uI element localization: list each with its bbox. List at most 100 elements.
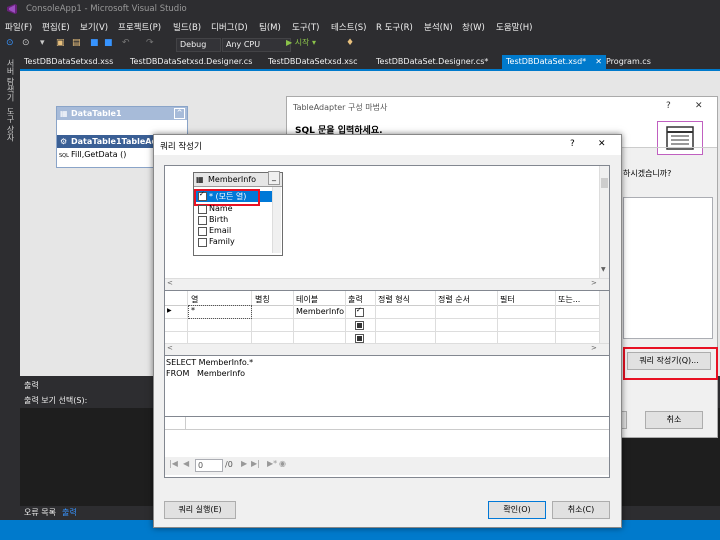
menu-team[interactable]: 팀(M) [259,21,281,33]
menu-window[interactable]: 창(W) [462,21,485,33]
collapse-icon[interactable]: ^ [174,108,185,119]
toolbox-tab[interactable]: 도구 상자 [5,107,16,142]
grid-line [375,291,376,343]
grid-header-output: 출력 [348,295,363,304]
help-icon[interactable]: ? [570,139,575,149]
server-explorer-tab[interactable]: 서버 탐색기 [5,59,16,102]
column-label: Email [209,226,232,235]
grid-vertical-scrollbar[interactable] [599,291,609,343]
row-email[interactable]: Email [196,226,272,237]
ok-button[interactable]: 확인(O) [488,501,546,519]
checkbox-icon[interactable] [198,216,207,225]
save-icon[interactable]: ■ [90,38,99,48]
undo-icon[interactable]: ↶ [122,38,130,48]
scroll-left-icon[interactable]: < [167,344,173,352]
close-icon[interactable]: ✕ [598,139,606,149]
output-checkbox-icon[interactable]: ✓ [355,306,364,317]
redo-icon[interactable]: ↷ [146,38,154,48]
scroll-right-icon[interactable]: > [591,344,597,352]
menu-project[interactable]: 프로젝트(P) [118,21,161,33]
diagram-horizontal-scrollbar[interactable]: < > [165,278,609,290]
previous-record-icon[interactable]: ◀ [183,459,189,468]
scroll-left-icon[interactable]: < [167,279,173,287]
adapter-icon: ⚙ [60,137,68,146]
output-title: 출력 [24,381,39,390]
last-record-icon[interactable]: ▶| [251,459,260,468]
sql-pane[interactable]: SELECT MemberInfo.* FROM MemberInfo [164,355,610,417]
dropdown-icon[interactable]: ▾ [40,38,45,48]
extra-tool-icon[interactable]: ♦ [346,38,354,48]
grid-header-alias: 별칭 [255,295,270,304]
checkbox-icon[interactable] [198,205,207,214]
menu-debug[interactable]: 디버그(D) [211,21,248,33]
tab-xsd-designer[interactable]: TestDBDataSetxsd.Designer.cs [130,55,252,69]
checkbox-icon[interactable] [198,238,207,247]
output-checkbox-indeterminate-icon[interactable] [355,321,364,330]
table-scrollbar[interactable] [272,187,281,253]
menu-view[interactable]: 보기(V) [80,21,108,33]
grid-cell-table[interactable]: MemberInfo [296,307,344,316]
table-icon: ▦ [60,109,68,118]
table-memberinfo-header[interactable]: ▦ MemberInfo _ [194,171,282,187]
row-birth[interactable]: Birth [196,215,272,226]
output-checkbox-indeterminate-icon[interactable] [355,334,364,343]
close-icon[interactable]: ✕ [695,101,703,111]
tab-dataset-designer[interactable]: TestDBDataSet.Designer.cs* [376,55,488,69]
menu-help[interactable]: 도움말(H) [496,21,532,33]
scroll-right-icon[interactable]: > [591,279,597,287]
checkbox-icon[interactable] [198,227,207,236]
menu-build[interactable]: 빌드(B) [173,21,201,33]
datatable-header[interactable]: ▦ DataTable1 ^ [57,107,187,120]
menu-test[interactable]: 테스트(S) [331,21,367,33]
back-icon[interactable]: ⊙ [6,38,14,48]
row-family[interactable]: Family [196,237,272,248]
minimize-icon[interactable]: _ [268,171,280,185]
sql-textbox[interactable] [623,197,713,339]
new-record-icon[interactable]: ▶* [267,459,277,468]
diagram-pane[interactable]: ▦ MemberInfo _ ✓ * (모든 열) Name Birth Ema… [164,165,610,291]
query-builder-button[interactable]: 쿼리 작성기(Q)... [627,352,711,370]
tab-error-list[interactable]: 오류 목록 [24,507,56,518]
scroll-thumb[interactable] [601,178,608,188]
menu-tools[interactable]: 도구(T) [292,21,319,33]
first-record-icon[interactable]: |◀ [169,459,178,468]
row-name[interactable]: Name [196,204,272,215]
query-builder-dialog: 쿼리 작성기 ? ✕ ▦ MemberInfo _ ✓ * (모든 열) Nam… [153,134,622,528]
qb-title: 쿼리 작성기 [160,142,202,152]
wizard-cancel-button[interactable]: 취소 [645,411,703,429]
table-memberinfo[interactable]: ▦ MemberInfo _ ✓ * (모든 열) Name Birth Ema… [193,171,283,256]
menu-r-tools[interactable]: R 도구(R) [376,21,413,33]
column-label: Birth [209,215,229,224]
grid-header-sort-type: 정렬 형식 [378,295,410,304]
scroll-down-icon[interactable]: ▼ [601,266,606,273]
open-icon[interactable]: ▤ [72,38,81,48]
grid-row-column[interactable]: * [188,305,252,319]
tab-label: TestDBDataSet.xsd* [506,57,587,66]
close-icon[interactable]: ✕ [595,55,602,69]
stop-icon[interactable]: ◉ [279,459,286,468]
save-all-icon[interactable]: ■ [104,38,113,48]
execute-query-button[interactable]: 쿼리 실행(E) [164,501,236,519]
tab-dataset-xsd[interactable]: TestDBDataSet.xsd* ✕ [502,55,606,69]
grid-horizontal-scrollbar[interactable]: < > [165,343,609,355]
menu-analyze[interactable]: 분석(N) [424,21,453,33]
config-select[interactable]: Debug [176,38,221,52]
help-icon[interactable]: ? [666,101,671,111]
tab-program-cs[interactable]: Program.cs [606,55,651,69]
start-button[interactable]: ▶ 시작 ▾ [286,37,316,48]
next-record-icon[interactable]: ▶ [241,459,247,468]
record-number-input[interactable]: 0 [195,459,223,472]
tab-xsc[interactable]: TestDBDataSetxsd.xsc [268,55,357,69]
cancel-button[interactable]: 취소(C) [552,501,610,519]
platform-select[interactable]: Any CPU [222,38,291,52]
forward-icon[interactable]: ⊙ [22,38,30,48]
diagram-vertical-scrollbar[interactable]: ▼ [599,166,609,278]
results-grid-line [185,417,186,429]
tab-xss[interactable]: TestDBDataSetxsd.xss [24,55,113,69]
menu-edit[interactable]: 편집(E) [42,21,70,33]
criteria-grid[interactable]: 열 별칭 테이블 출력 정렬 형식 정렬 순서 필터 또는... ▶ * Mem… [164,290,610,356]
new-project-icon[interactable]: ▣ [56,38,65,48]
tab-output[interactable]: 출력 [62,507,77,518]
menu-file[interactable]: 파일(F) [5,21,32,33]
results-pane[interactable]: |◀ ◀ 0 /0 ▶ ▶| ▶* ◉ [164,416,610,478]
